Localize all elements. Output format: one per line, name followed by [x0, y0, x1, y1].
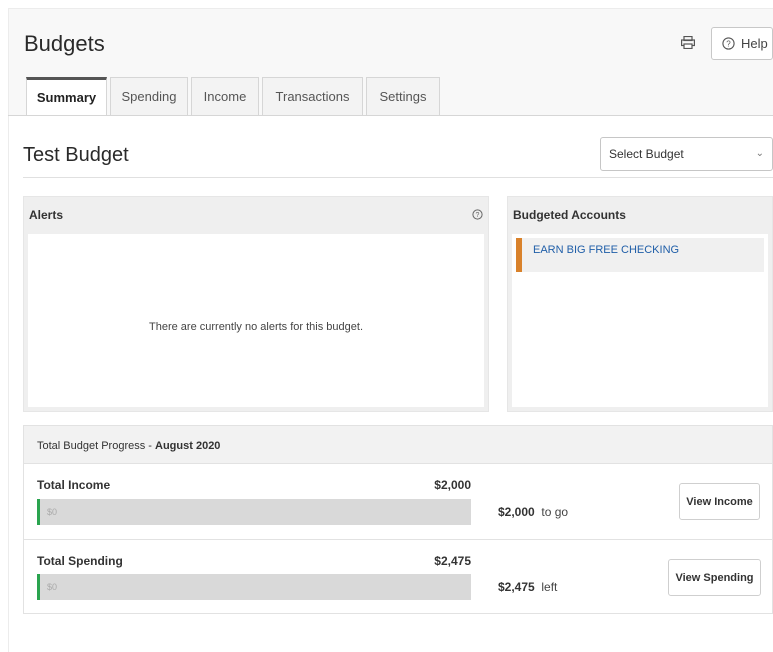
select-budget-label: Select Budget: [609, 147, 684, 161]
page-title: Budgets: [24, 31, 105, 56]
question-circle-icon: ?: [722, 37, 735, 50]
spending-remaining: $2,475 left: [498, 580, 557, 594]
tab-summary[interactable]: Summary: [26, 77, 107, 115]
view-income-button[interactable]: View Income: [679, 483, 760, 520]
svg-text:?: ?: [476, 212, 480, 219]
income-progress-bar: $0: [37, 499, 471, 525]
spending-label: Total Spending: [37, 554, 123, 568]
divider: [23, 177, 773, 178]
progress-header: Total Budget Progress - August 2020: [24, 426, 772, 464]
print-button[interactable]: [680, 35, 696, 49]
account-color-bar: [516, 238, 522, 272]
no-alerts-message: There are currently no alerts for this b…: [149, 321, 363, 333]
tab-spending[interactable]: Spending: [110, 77, 188, 115]
spending-progress-fill: [37, 574, 40, 600]
budgeted-accounts-panel: Budgeted Accounts EARN BIG FREE CHECKING: [507, 196, 773, 412]
progress-period: August 2020: [155, 440, 221, 452]
budgeted-accounts-body: EARN BIG FREE CHECKING: [512, 234, 768, 407]
tab-income[interactable]: Income: [191, 77, 259, 115]
select-budget-dropdown[interactable]: Select Budget ⌄: [600, 137, 773, 171]
income-remaining-amount: $2,000: [498, 505, 535, 519]
question-circle-icon[interactable]: ?: [472, 209, 483, 220]
spending-current: $0: [47, 582, 58, 592]
spending-progress-bar: $0: [37, 574, 471, 600]
budget-name: Test Budget: [23, 144, 129, 166]
row-divider: [24, 539, 772, 540]
budget-progress-panel: Total Budget Progress - August 2020 Tota…: [23, 425, 773, 614]
income-total: $2,000: [434, 478, 471, 492]
spending-remaining-suffix: left: [541, 580, 558, 594]
income-remaining-suffix: to go: [541, 505, 569, 519]
alerts-body: There are currently no alerts for this b…: [28, 234, 484, 407]
help-button[interactable]: ? Help: [711, 27, 773, 60]
spending-total: $2,475: [434, 554, 471, 568]
chevron-down-icon: ⌄: [755, 148, 764, 159]
tab-transactions[interactable]: Transactions: [262, 77, 363, 115]
income-remaining: $2,000 to go: [498, 505, 568, 519]
alerts-title: Alerts: [29, 208, 64, 222]
tab-settings[interactable]: Settings: [366, 77, 440, 115]
account-item[interactable]: EARN BIG FREE CHECKING: [516, 238, 764, 272]
help-label: Help: [741, 36, 768, 51]
view-spending-button[interactable]: View Spending: [668, 559, 761, 596]
income-progress-fill: [37, 499, 40, 525]
account-link[interactable]: EARN BIG FREE CHECKING: [533, 244, 679, 256]
spending-remaining-amount: $2,475: [498, 580, 535, 594]
tab-bar: Summary Spending Income Transactions Set…: [26, 77, 440, 115]
budgeted-accounts-title: Budgeted Accounts: [513, 208, 626, 222]
income-current: $0: [47, 507, 58, 517]
income-label: Total Income: [37, 478, 111, 492]
alerts-panel: Alerts ? There are currently no alerts f…: [23, 196, 489, 412]
svg-text:?: ?: [726, 39, 731, 48]
print-icon: [681, 35, 695, 49]
progress-title: Total Budget Progress -: [37, 440, 156, 452]
